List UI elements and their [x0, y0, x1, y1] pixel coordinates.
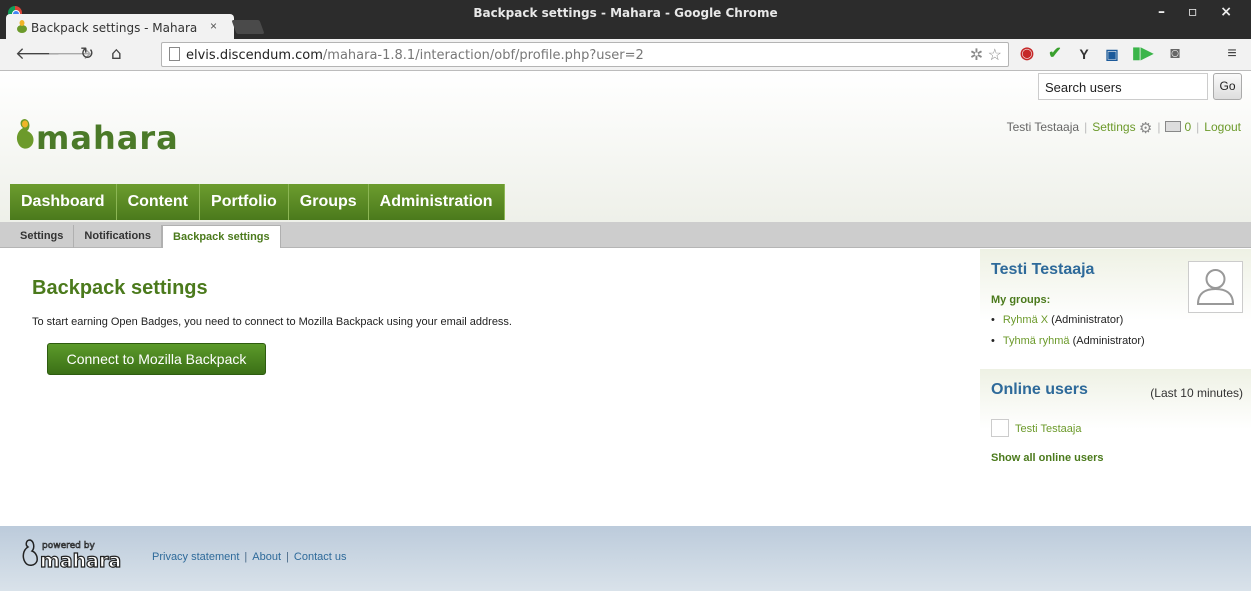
tab-close-icon[interactable]: ×	[210, 19, 217, 33]
group-role: (Administrator)	[1051, 314, 1124, 326]
group-link[interactable]: Ryhmä X	[1003, 314, 1048, 326]
messages-count[interactable]: 0	[1184, 120, 1191, 134]
nav-content[interactable]: Content	[116, 184, 201, 220]
profile-block: Testi Testaaja My groups: Ryhmä X (Admin…	[980, 249, 1251, 369]
settings-link[interactable]: Settings	[1092, 120, 1135, 134]
online-users-meta: (Last 10 minutes)	[1150, 386, 1243, 400]
address-bar[interactable]: elvis.discendum.com/mahara-1.8.1/interac…	[161, 42, 1009, 67]
search-users-input[interactable]: Search users	[1038, 73, 1208, 100]
menu-icon[interactable]: ≡	[1222, 44, 1242, 64]
group-role: (Administrator)	[1072, 335, 1145, 347]
home-icon[interactable]: ⌂	[111, 44, 122, 64]
browser-toolbar: 🡐 🡒 ↻ ⌂ elvis.discendum.com/mahara-1.8.1…	[0, 39, 1251, 71]
footer-links: Privacy statement | About | Contact us	[152, 551, 347, 563]
mahara-logo-icon[interactable]	[14, 115, 36, 155]
new-tab-button[interactable]	[231, 20, 265, 34]
user-silhouette-icon	[1196, 269, 1235, 305]
sidebar: Testi Testaaja My groups: Ryhmä X (Admin…	[980, 249, 1251, 525]
show-all-online-link[interactable]: Show all online users	[991, 452, 1103, 464]
connect-backpack-button[interactable]: Connect to Mozilla Backpack	[47, 343, 266, 375]
window-controls[interactable]: – ▫ ×	[1158, 4, 1241, 20]
privacy-link[interactable]: Privacy statement	[152, 551, 239, 563]
nav-administration[interactable]: Administration	[368, 184, 505, 220]
current-user-name[interactable]: Testi Testaaja	[1007, 120, 1080, 134]
page-title: Backpack settings	[32, 277, 208, 299]
list-item: Tyhmä ryhmä (Administrator)	[991, 335, 1145, 347]
camera-icon[interactable]: ▣	[1102, 44, 1122, 64]
site-footer: powered by mahara Privacy statement | Abou…	[0, 526, 1251, 591]
about-link[interactable]: About	[252, 551, 281, 563]
tab-title: Backpack settings - Mahara	[31, 21, 198, 35]
checkmark-icon[interactable]: ✔	[1045, 44, 1065, 64]
mini-avatar-icon	[991, 419, 1009, 437]
online-user-item[interactable]: Testi Testaaja	[991, 419, 1081, 437]
main-nav: Dashboard Content Portfolio Groups Admin…	[10, 184, 505, 220]
y-icon[interactable]: Y	[1074, 44, 1094, 64]
bookmark-star-icon[interactable]: ✲ ☆	[970, 45, 1002, 65]
photo-icon[interactable]: ◙	[1165, 44, 1185, 64]
logout-link[interactable]: Logout	[1204, 120, 1241, 134]
contact-link[interactable]: Contact us	[294, 551, 347, 563]
my-groups-label: My groups:	[991, 294, 1051, 306]
nav-portfolio[interactable]: Portfolio	[200, 184, 289, 220]
search-go-button[interactable]: Go	[1213, 73, 1242, 100]
profile-name[interactable]: Testi Testaaja	[991, 261, 1094, 279]
list-item: Ryhmä X (Administrator)	[991, 314, 1145, 326]
id-icon[interactable]: ▮▶	[1132, 44, 1153, 64]
opera-icon[interactable]: ◉	[1017, 44, 1037, 64]
nav-groups[interactable]: Groups	[288, 184, 369, 220]
online-user-name[interactable]: Testi Testaaja	[1015, 423, 1081, 435]
groups-list: Ryhmä X (Administrator) Tyhmä ryhmä (Adm…	[991, 314, 1145, 356]
gear-icon[interactable]: ⚙	[1139, 119, 1152, 137]
url-text[interactable]: elvis.discendum.com/mahara-1.8.1/interac…	[186, 48, 644, 63]
window-titlebar: Backpack settings - Mahara - Google Chro…	[0, 0, 1251, 39]
mail-icon[interactable]	[1165, 121, 1182, 132]
avatar[interactable]	[1188, 261, 1243, 313]
subnav-backpack-settings[interactable]: Backpack settings	[162, 225, 281, 248]
page-icon	[169, 47, 180, 61]
sub-nav: Settings Notifications Backpack settings	[10, 225, 281, 248]
online-users-title: Online users	[991, 381, 1088, 398]
nav-dashboard[interactable]: Dashboard	[10, 184, 117, 220]
subnav-notifications[interactable]: Notifications	[74, 225, 163, 248]
user-links: Testi Testaaja | Settings ⚙ | 0 | Logout	[1006, 119, 1241, 137]
site-logo-text[interactable]: mahara	[36, 119, 179, 157]
browser-tab[interactable]: Backpack settings - Mahara ×	[6, 14, 234, 39]
powered-by-mahara-logo-icon[interactable]: powered by mahara	[20, 536, 130, 576]
mahara-favicon-icon	[17, 20, 27, 33]
subnav-settings[interactable]: Settings	[10, 225, 75, 248]
reload-icon[interactable]: ↻	[80, 44, 94, 64]
intro-text: To start earning Open Badges, you need t…	[32, 316, 512, 328]
footer-logo-text: mahara	[40, 550, 121, 572]
group-link[interactable]: Tyhmä ryhmä	[1003, 335, 1070, 347]
